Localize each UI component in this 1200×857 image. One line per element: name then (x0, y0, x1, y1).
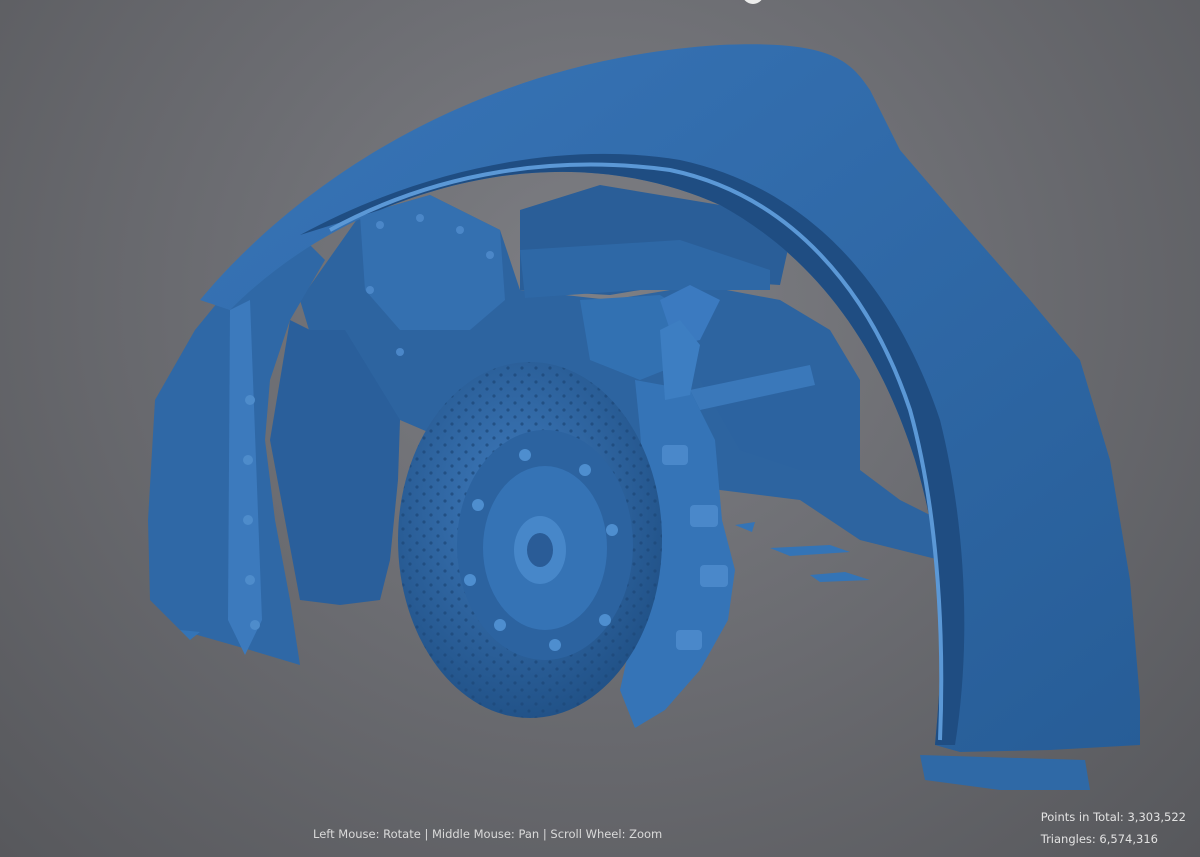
triangles-row: Triangles: 6,574,316 (1041, 828, 1186, 850)
navigation-hint: Left Mouse: Rotate | Middle Mouse: Pan |… (313, 827, 663, 841)
brake-disc (398, 362, 662, 718)
triangles-value: 6,574,316 (1099, 832, 1158, 846)
points-total-label: Points in Total: (1040, 810, 1124, 824)
triangles-label: Triangles: (1040, 832, 1096, 846)
3d-viewport[interactable] (0, 0, 1200, 857)
mesh-stats: Points in Total: 3,303,522 Triangles: 6,… (1041, 806, 1186, 850)
points-total-value: 3,303,522 (1127, 810, 1186, 824)
scanned-mesh[interactable] (0, 0, 1200, 857)
points-total-row: Points in Total: 3,303,522 (1041, 806, 1186, 828)
